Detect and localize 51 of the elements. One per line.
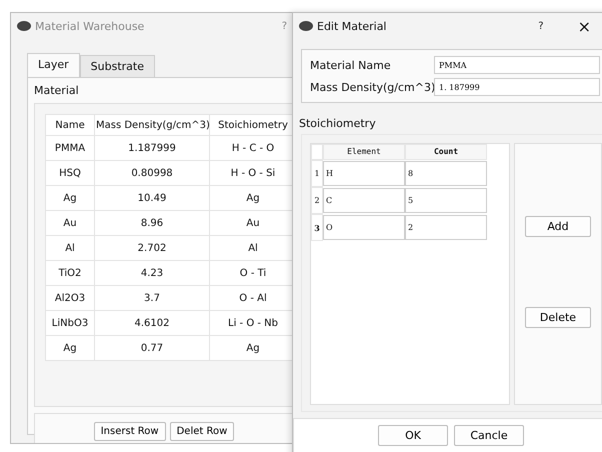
table-cell: 2.702: [94, 236, 210, 260]
table-cell: 0.77: [94, 336, 210, 360]
table-cell: 4.23: [94, 260, 210, 286]
column-header[interactable]: Element: [323, 144, 405, 160]
table-cell[interactable]: 5: [405, 188, 487, 213]
help-button[interactable]: ?: [538, 20, 544, 32]
row-number: 1: [311, 160, 323, 187]
field-label: Material Name: [310, 58, 392, 72]
app-icon: [17, 21, 31, 31]
input-field[interactable]: PMMA: [434, 56, 600, 74]
table-cell: Al2O3: [46, 286, 94, 310]
window-title: Edit Material: [317, 20, 386, 32]
table-cell[interactable]: H: [323, 161, 405, 186]
table-cell[interactable]: O: [323, 215, 405, 240]
window-title: Material Warehouse: [35, 20, 144, 32]
dialog-button[interactable]: Cancle: [454, 425, 524, 446]
table-cell: Ag: [46, 336, 94, 360]
table-cell[interactable]: 8: [405, 161, 487, 186]
table-button[interactable]: Delete: [525, 307, 591, 328]
close-button[interactable]: ×: [578, 16, 591, 36]
table-cell: HSQ: [46, 160, 94, 186]
column-header[interactable]: Mass Density(g/cm^3): [94, 114, 210, 136]
row-button[interactable]: Inserst Row: [94, 422, 166, 441]
tab[interactable]: Layer: [27, 53, 80, 77]
row-number: 3: [311, 214, 323, 241]
app-icon: [299, 21, 313, 31]
row-button[interactable]: Delet Row: [170, 422, 234, 441]
table-cell: TiO2: [46, 260, 94, 286]
table-cell: PMMA: [46, 136, 94, 160]
group-label: Stoichiometry: [299, 117, 377, 130]
table-cell: Al: [46, 236, 94, 260]
tab[interactable]: Substrate: [80, 55, 155, 77]
row-number: 2: [311, 187, 323, 214]
table-cell[interactable]: 2: [405, 215, 487, 240]
dialog-button[interactable]: OK: [378, 425, 448, 446]
column-header[interactable]: Name: [46, 114, 94, 136]
table-cell: 4.6102: [94, 310, 210, 336]
table-cell: 1.187999: [94, 136, 210, 160]
table-cell: LiNbO3: [46, 310, 94, 336]
input-field[interactable]: 1. 187999: [434, 78, 600, 96]
table-cell: Au: [46, 210, 94, 236]
table-cell: 3.7: [94, 286, 210, 310]
table-button[interactable]: Add: [525, 216, 591, 237]
table-cell: Ag: [46, 186, 94, 210]
column-header[interactable]: Count: [405, 144, 487, 160]
table-cell: 10.49: [94, 186, 210, 210]
field-label: Mass Density(g/cm^3): [310, 80, 434, 94]
group-label: Material: [34, 84, 80, 97]
table-cell[interactable]: C: [323, 188, 405, 213]
table-cell: 0.80998: [94, 160, 210, 186]
table-cell: 8.96: [94, 210, 210, 236]
